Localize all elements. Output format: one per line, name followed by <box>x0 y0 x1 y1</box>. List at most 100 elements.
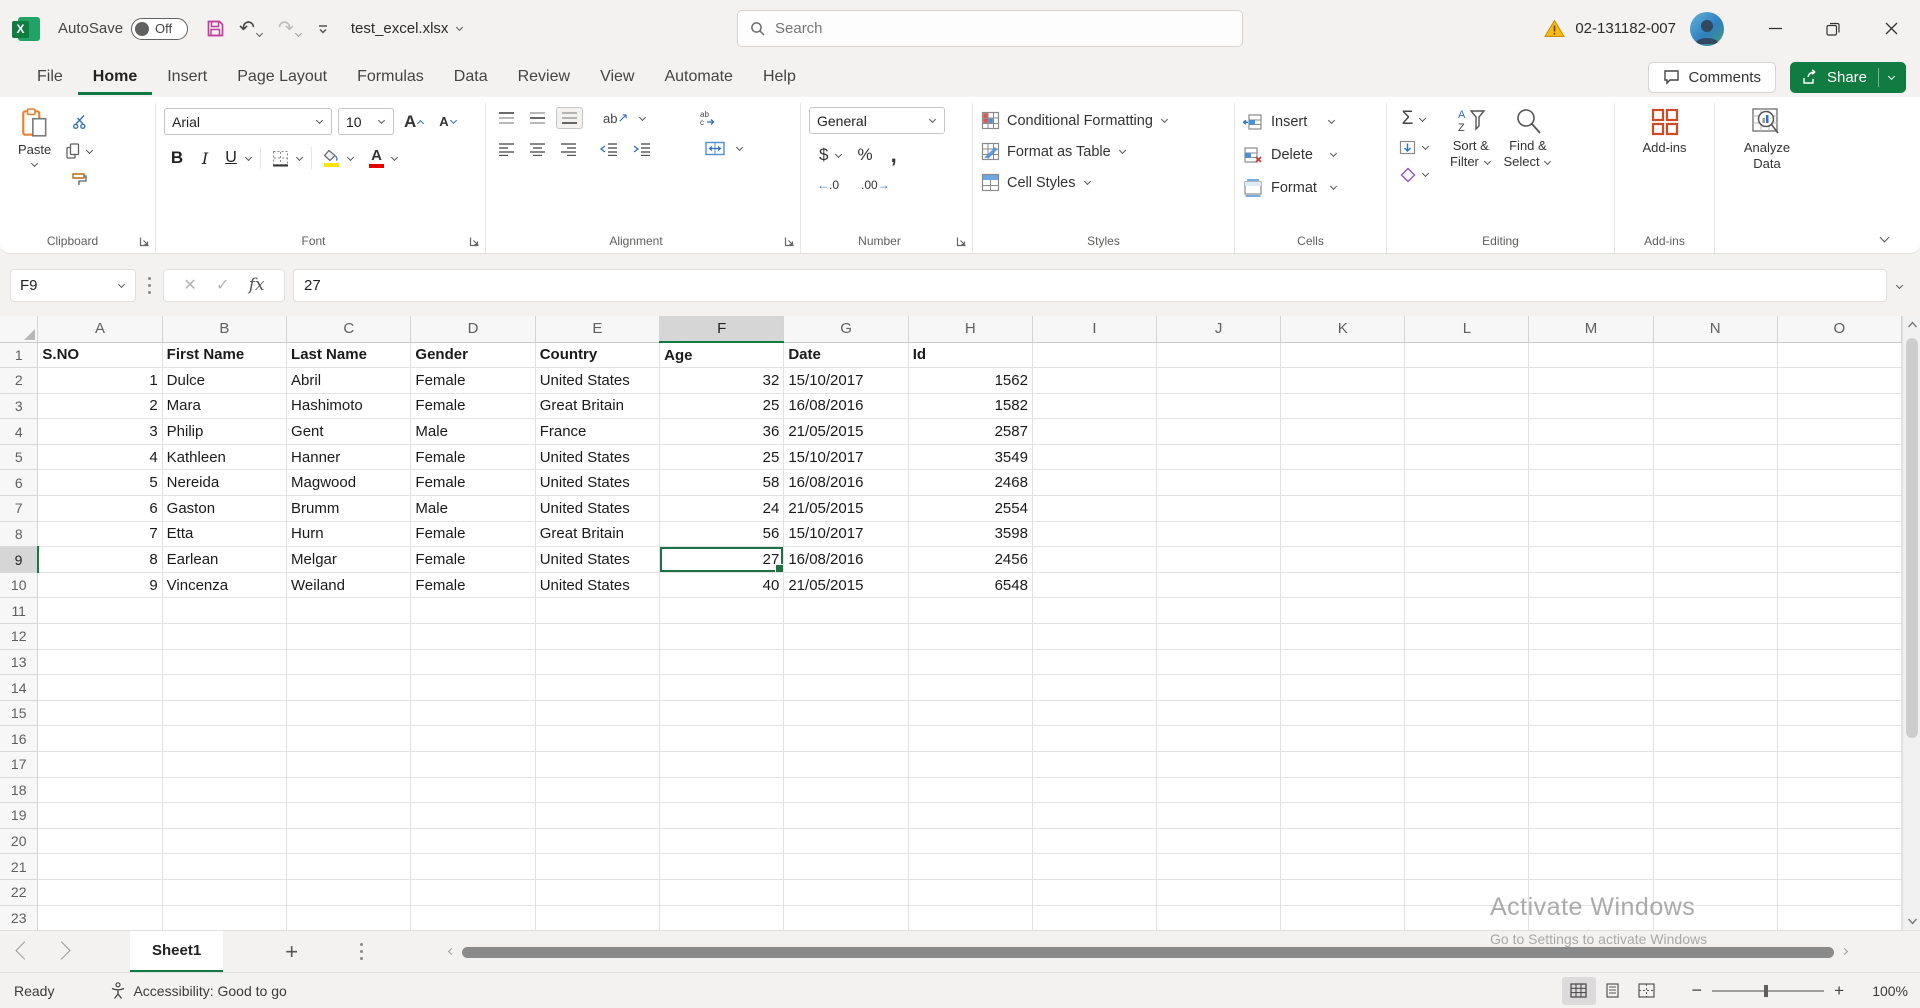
cell-A20[interactable] <box>38 828 162 854</box>
row-header-17[interactable]: 17 <box>0 752 38 778</box>
italic-button[interactable]: I <box>192 146 218 171</box>
cell-D4[interactable]: Male <box>411 419 535 445</box>
cell-C7[interactable]: Brumm <box>287 496 411 522</box>
merge-center-button[interactable] <box>701 138 729 159</box>
cell-A2[interactable]: 1 <box>38 368 162 394</box>
cell-L14[interactable] <box>1405 675 1529 701</box>
row-header-8[interactable]: 8 <box>0 521 38 547</box>
comments-button[interactable]: Comments <box>1648 62 1776 93</box>
name-box[interactable]: F9 <box>10 269 136 302</box>
cell-L9[interactable] <box>1405 547 1529 573</box>
cell-N4[interactable] <box>1653 419 1777 445</box>
cell-D10[interactable]: Female <box>411 572 535 598</box>
cell-K15[interactable] <box>1281 700 1405 726</box>
cell-E6[interactable]: United States <box>535 470 659 496</box>
cell-J23[interactable] <box>1157 905 1281 930</box>
column-header-E[interactable]: E <box>535 316 659 342</box>
cell-H19[interactable] <box>908 803 1032 829</box>
row-header-23[interactable]: 23 <box>0 905 38 930</box>
vertical-scrollbar[interactable] <box>1902 316 1920 930</box>
cell-K14[interactable] <box>1281 675 1405 701</box>
cell-H20[interactable] <box>908 828 1032 854</box>
cell-B11[interactable] <box>162 598 286 624</box>
cell-H1[interactable]: Id <box>908 342 1032 368</box>
cell-G1[interactable]: Date <box>784 342 908 368</box>
cell-J12[interactable] <box>1157 624 1281 650</box>
cell-D3[interactable]: Female <box>411 393 535 419</box>
column-header-I[interactable]: I <box>1032 316 1156 342</box>
minimize-button[interactable] <box>1746 0 1804 57</box>
column-header-J[interactable]: J <box>1157 316 1281 342</box>
cell-B13[interactable] <box>162 649 286 675</box>
cell-K17[interactable] <box>1281 752 1405 778</box>
select-all-corner[interactable] <box>0 316 38 342</box>
cell-B18[interactable] <box>162 777 286 803</box>
borders-dropdown[interactable] <box>296 153 303 160</box>
cell-I6[interactable] <box>1032 470 1156 496</box>
orientation-button[interactable]: ab ↗ <box>599 107 632 129</box>
collapse-ribbon-chevron[interactable] <box>1880 233 1890 243</box>
cell-A11[interactable] <box>38 598 162 624</box>
cell-C15[interactable] <box>287 700 411 726</box>
cell-N8[interactable] <box>1653 521 1777 547</box>
cell-L19[interactable] <box>1405 803 1529 829</box>
cell-N15[interactable] <box>1653 700 1777 726</box>
underline-dropdown[interactable] <box>245 153 252 160</box>
copy-button[interactable] <box>61 140 98 162</box>
cell-N12[interactable] <box>1653 624 1777 650</box>
cell-N2[interactable] <box>1653 368 1777 394</box>
scroll-left-icon[interactable] <box>448 947 455 954</box>
column-header-C[interactable]: C <box>287 316 411 342</box>
cell-G21[interactable] <box>784 854 908 880</box>
cell-J11[interactable] <box>1157 598 1281 624</box>
increase-decimal-button[interactable]: ←.0 <box>813 175 843 195</box>
cancel-button[interactable]: ✕ <box>183 275 196 295</box>
cell-H7[interactable]: 2554 <box>908 496 1032 522</box>
cell-B9[interactable]: Earlean <box>162 547 286 573</box>
cell-H9[interactable]: 2456 <box>908 547 1032 573</box>
cell-I3[interactable] <box>1032 393 1156 419</box>
tab-page-layout[interactable]: Page Layout <box>222 59 342 95</box>
cell-D21[interactable] <box>411 854 535 880</box>
cell-M21[interactable] <box>1529 854 1653 880</box>
zoom-in-button[interactable]: + <box>1834 981 1844 1001</box>
cell-K12[interactable] <box>1281 624 1405 650</box>
cell-G12[interactable] <box>784 624 908 650</box>
cell-C13[interactable] <box>287 649 411 675</box>
cell-M3[interactable] <box>1529 393 1653 419</box>
cell-C16[interactable] <box>287 726 411 752</box>
cell-I5[interactable] <box>1032 444 1156 470</box>
cell-F16[interactable] <box>660 726 784 752</box>
cell-F6[interactable]: 58 <box>660 470 784 496</box>
cell-G17[interactable] <box>784 752 908 778</box>
orientation-dropdown[interactable] <box>639 113 646 120</box>
cell-C3[interactable]: Hashimoto <box>287 393 411 419</box>
cell-F5[interactable]: 25 <box>660 444 784 470</box>
cell-M16[interactable] <box>1529 726 1653 752</box>
cell-H16[interactable] <box>908 726 1032 752</box>
row-header-4[interactable]: 4 <box>0 419 38 445</box>
cell-M12[interactable] <box>1529 624 1653 650</box>
cell-D20[interactable] <box>411 828 535 854</box>
cell-E21[interactable] <box>535 854 659 880</box>
tab-home[interactable]: Home <box>78 59 152 95</box>
cell-O23[interactable] <box>1777 905 1901 930</box>
cell-E1[interactable]: Country <box>535 342 659 368</box>
decrease-indent-button[interactable] <box>595 139 622 159</box>
cell-D23[interactable] <box>411 905 535 930</box>
cell-D2[interactable]: Female <box>411 368 535 394</box>
cell-B4[interactable]: Philip <box>162 419 286 445</box>
cell-N7[interactable] <box>1653 496 1777 522</box>
cell-L8[interactable] <box>1405 521 1529 547</box>
cell-B10[interactable]: Vincenza <box>162 572 286 598</box>
fill-button[interactable] <box>1395 137 1434 158</box>
cell-D19[interactable] <box>411 803 535 829</box>
cell-I20[interactable] <box>1032 828 1156 854</box>
cell-J3[interactable] <box>1157 393 1281 419</box>
cell-H11[interactable] <box>908 598 1032 624</box>
customize-toolbar-button[interactable] <box>317 23 329 35</box>
avatar[interactable] <box>1690 12 1724 46</box>
cell-A15[interactable] <box>38 700 162 726</box>
cell-J7[interactable] <box>1157 496 1281 522</box>
cell-E4[interactable]: France <box>535 419 659 445</box>
